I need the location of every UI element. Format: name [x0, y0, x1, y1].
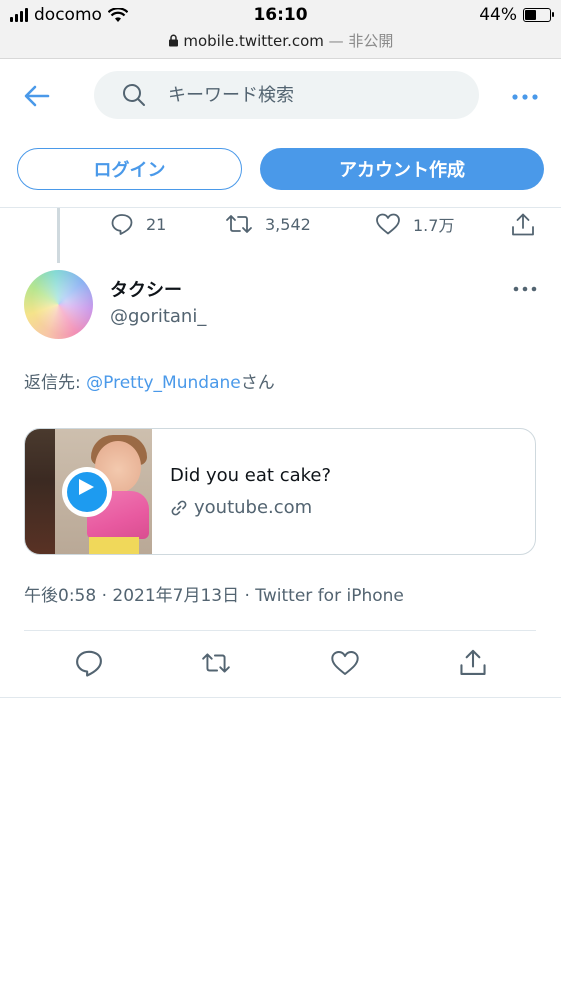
battery-group: 44% [479, 5, 554, 25]
lock-icon [168, 34, 178, 47]
divider [0, 207, 561, 208]
like-count: 1.7万 [413, 216, 455, 235]
share-action[interactable] [510, 212, 536, 238]
reply-icon [111, 214, 133, 235]
video-thumbnail [25, 429, 152, 554]
tweet-timestamp[interactable]: 午後0:58 · 2021年7月13日 · Twitter for iPhone [24, 581, 404, 606]
back-arrow-icon[interactable] [22, 81, 52, 111]
divider [0, 697, 561, 698]
top-nav [0, 59, 561, 133]
more-options-icon[interactable] [510, 89, 540, 105]
status-bar: docomo 16:10 44% mobile.twitter.com — 非公… [0, 0, 561, 59]
reply-to-suffix: さん [240, 373, 275, 393]
privacy-label: — 非公開 [328, 32, 394, 50]
clock: 16:10 [253, 5, 308, 25]
user-handle[interactable]: @goritani_ [110, 306, 206, 327]
tweet-actions [0, 648, 561, 682]
reply-action[interactable]: 21 [110, 212, 166, 236]
avatar[interactable] [24, 270, 93, 339]
divider [24, 630, 536, 631]
share-icon[interactable] [458, 648, 488, 678]
url-text: mobile.twitter.com [183, 32, 324, 50]
create-account-button[interactable]: アカウント作成 [260, 148, 544, 190]
retweet-action[interactable]: 3,542 [225, 212, 311, 236]
search-input[interactable] [166, 83, 450, 107]
card-domain: youtube.com [170, 497, 312, 518]
search-box[interactable] [94, 71, 479, 119]
retweet-icon [226, 215, 252, 233]
retweet-icon[interactable] [201, 648, 231, 678]
reply-count: 21 [146, 214, 167, 234]
like-action[interactable]: 1.7万 [375, 212, 454, 236]
reply-icon[interactable] [74, 648, 104, 678]
battery-icon [523, 8, 554, 22]
tweet-more-icon[interactable] [512, 282, 538, 296]
share-icon [512, 213, 534, 236]
heart-icon[interactable] [330, 648, 360, 678]
display-name[interactable]: タクシー [110, 276, 182, 302]
login-button[interactable]: ログイン [17, 148, 242, 190]
link-card[interactable]: Did you eat cake? youtube.com [24, 428, 536, 555]
parent-tweet-actions: 21 3,542 1.7万 [110, 212, 540, 240]
thread-connector [57, 208, 60, 263]
reply-to-line: 返信先: @Pretty_Mundaneさん [24, 368, 275, 393]
reply-to-prefix: 返信先: [24, 373, 87, 393]
retweet-count: 3,542 [265, 214, 311, 234]
link-icon [171, 500, 187, 515]
url-bar[interactable]: mobile.twitter.com — 非公開 [0, 30, 561, 51]
card-title: Did you eat cake? [170, 465, 332, 486]
play-icon[interactable] [62, 467, 112, 517]
card-domain-text: youtube.com [194, 497, 313, 518]
reply-mention-link[interactable]: @Pretty_Mundane [86, 373, 241, 393]
heart-icon [376, 213, 400, 235]
search-icon [123, 84, 145, 106]
battery-percent: 44% [479, 5, 517, 25]
